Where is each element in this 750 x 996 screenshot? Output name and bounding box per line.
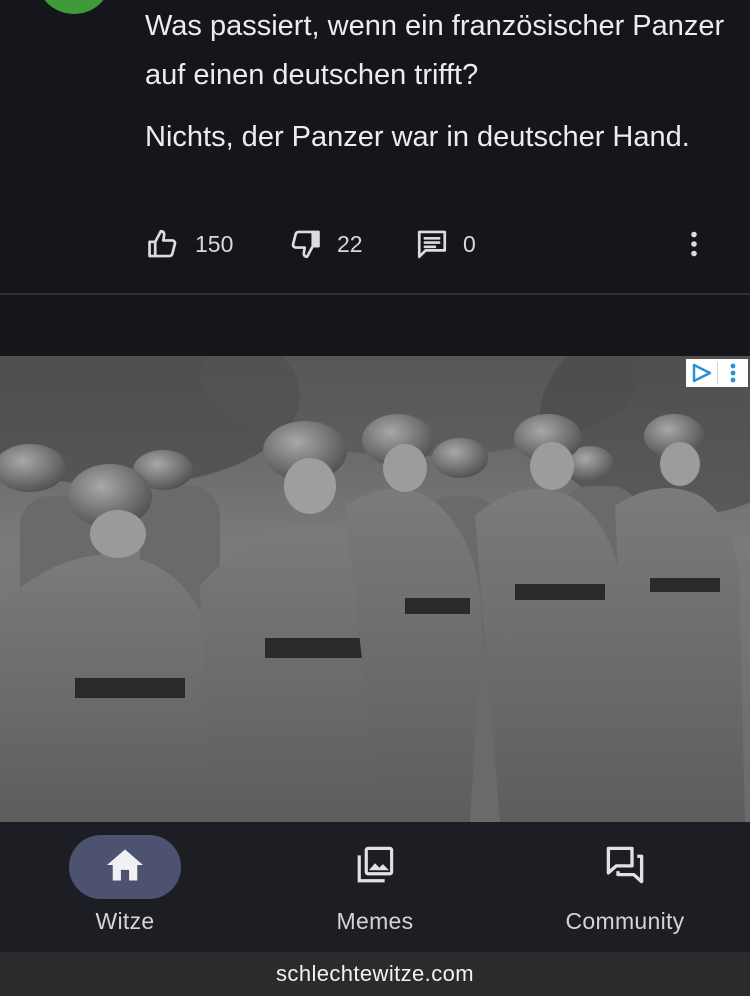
nav-icon-holder (319, 835, 431, 899)
joke-answer: Nichts, der Panzer war in deutscher Hand… (145, 121, 690, 153)
comment-count: 0 (463, 230, 476, 257)
nav-item-witze[interactable]: Witze (0, 822, 250, 952)
comments-button[interactable]: 0 (415, 222, 476, 266)
ad-image (0, 356, 750, 822)
adchoices-play-icon[interactable] (686, 359, 717, 387)
like-count: 150 (195, 230, 234, 257)
more-options-button[interactable] (683, 222, 705, 266)
home-icon (105, 847, 145, 888)
thumbs-down-icon (287, 227, 323, 261)
bottom-navigation: Witze Memes Community (0, 822, 750, 952)
nav-label-community: Community (565, 908, 685, 934)
ad-banner[interactable] (0, 356, 750, 822)
author-avatar[interactable] (36, 0, 112, 14)
joke-question: Was passiert, wenn ein französischer Pan… (145, 10, 725, 91)
browser-url-bar[interactable]: schlechtewitze.com (0, 952, 750, 996)
ad-choices-badge[interactable] (686, 359, 748, 387)
more-vertical-icon (690, 231, 698, 257)
nav-active-indicator (69, 835, 181, 899)
page: Was passiert, wenn ein französischer Pan… (0, 0, 750, 996)
joke-body: Was passiert, wenn ein französischer Pan… (145, 2, 725, 162)
nav-label-memes: Memes (336, 908, 414, 934)
comment-icon (415, 227, 449, 261)
more-vertical-icon[interactable] (718, 359, 748, 387)
card-divider (0, 293, 750, 295)
thumbs-up-icon (145, 227, 181, 261)
nav-label-witze: Witze (95, 908, 155, 934)
joke-actions: 150 22 0 (145, 222, 715, 266)
dislike-count: 22 (337, 230, 363, 257)
like-button[interactable]: 150 (145, 222, 233, 266)
dislike-button[interactable]: 22 (287, 222, 363, 266)
nav-item-memes[interactable]: Memes (250, 822, 500, 952)
nav-item-community[interactable]: Community (500, 822, 750, 952)
nav-icon-holder (569, 835, 681, 899)
forum-icon (603, 844, 647, 891)
image-library-icon (354, 844, 396, 891)
url-text: schlechtewitze.com (276, 961, 474, 986)
